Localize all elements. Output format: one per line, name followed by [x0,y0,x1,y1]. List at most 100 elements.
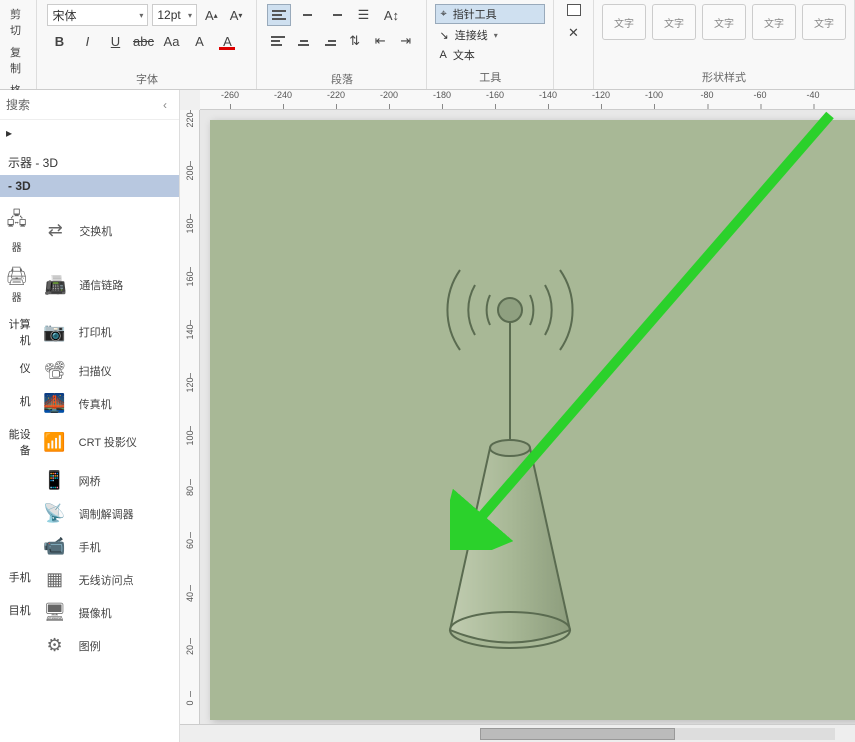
device-icon: 📷 [41,322,69,343]
style-swatch[interactable]: 文字 [652,4,696,40]
ruler-tick: 180 [185,218,195,234]
device-icon: 🌉 [41,393,69,414]
sidebar-header: 搜索 ‹ [0,90,179,120]
stencil-nav-icon[interactable]: ▸ [0,120,179,146]
cut-button[interactable]: 剪切 [10,4,26,40]
font-family-select[interactable]: 宋体 ▾ [47,4,148,26]
shape-item-label-left [0,497,33,530]
decrease-indent-button[interactable]: ⇤ [369,30,391,52]
shape-item[interactable]: ▦无线访问点 [33,563,179,596]
shape-item[interactable]: 📠 通信链路 [33,260,179,310]
device-icon: 📠 [41,275,69,296]
wireless-access-point-shape[interactable] [360,210,680,690]
line-spacing-button[interactable]: ⇅ [344,30,366,52]
highlight-button[interactable]: A [187,30,211,52]
text-tool-button[interactable]: A 文本 [435,46,545,64]
shape-fill-button[interactable] [567,4,581,16]
ruler-tick: -200 [380,90,398,100]
shape-item[interactable]: 📽扫描仪 [33,354,179,387]
style-swatch[interactable]: 文字 [802,4,846,40]
shape-item[interactable]: 📡调制解调器 [33,497,179,530]
collapse-panel-button[interactable]: ‹ [157,98,173,112]
stencil-category[interactable]: 示器 - 3D [0,150,179,175]
align-top-center-button[interactable] [295,4,319,26]
font-group-label: 字体 [47,69,246,87]
scrollbar-thumb[interactable] [480,728,675,740]
ribbon-toolbar: 剪切 复制 格式刷 板 宋体 ▾ 12pt ▾ A▴ A▾ B I [0,0,855,90]
shape-item[interactable]: 📱网桥 [33,464,179,497]
tools-group: ⌖ 指针工具 ↘ 连接线 ▾ A 文本 工具 [427,0,554,89]
drawing-canvas[interactable] [200,110,855,724]
shape-item-label: 打印机 [79,324,112,340]
shape-item[interactable]: ⚙图例 [33,629,179,662]
shape-item-label: CRT 投影仪 [79,434,137,450]
align-top-left-button[interactable] [267,4,291,26]
underline-button[interactable]: U [103,30,127,52]
strikethrough-button[interactable]: abc [131,30,155,52]
shape-item[interactable]: 🌉传真机 [33,387,179,420]
decrease-font-button[interactable]: A▾ [226,4,247,26]
align-top-right-button[interactable] [323,4,347,26]
stencil-category[interactable]: - 3D [0,175,179,197]
ruler-tick: 120 [185,377,195,393]
text-direction-button[interactable]: A↕ [379,4,403,26]
bold-button[interactable]: B [47,30,71,52]
shape-styles-group: 文字文字文字文字文字 形状样式 [594,0,855,89]
horizontal-scrollbar[interactable] [180,724,855,742]
bullets-button[interactable]: ☰ [351,4,375,26]
shape-item[interactable]: 🖥摄像机 [33,596,179,629]
canvas-area: -260-240-220-200-180-160-140-120-100-80-… [180,90,855,742]
clipboard-group: 剪切 复制 格式刷 板 [0,0,37,89]
shape-item[interactable]: 📷 打印机 [33,310,179,354]
shape-styles-group-label: 形状样式 [602,67,846,85]
copy-button[interactable]: 复制 [10,42,26,78]
close-icon[interactable]: ✕ [562,22,586,44]
align-right-button[interactable] [318,30,340,52]
shape-item[interactable]: 📹手机 [33,530,179,563]
style-swatch[interactable]: 文字 [702,4,746,40]
shape-item-label: 无线访问点 [79,572,134,588]
vertical-ruler: 220200180160140120100806040200 [180,110,200,724]
ruler-tick: 140 [185,324,195,340]
text-tool-label: 文本 [453,47,475,63]
shape-item[interactable]: 🖧器 [0,201,33,260]
ruler-tick: -120 [592,90,610,100]
align-left-button[interactable] [267,30,289,52]
shapes-panel: 搜索 ‹ ▸ 示器 - 3D- 3D 🖧器⇄交换机🖨器📠通信链路计算机📷打印机仪… [0,90,180,742]
shape-item-label: 器 [12,289,22,304]
ruler-tick: -100 [645,90,663,100]
ruler-tick: -260 [221,90,239,100]
style-swatch[interactable]: 文字 [602,4,646,40]
horizontal-ruler: -260-240-220-200-180-160-140-120-100-80-… [200,90,855,110]
chevron-down-icon: ▾ [139,11,143,20]
ruler-tick: 60 [185,536,195,552]
shape-item[interactable]: ⇄交换机 [33,201,179,260]
style-swatch[interactable]: 文字 [752,4,796,40]
pointer-tool-button[interactable]: ⌖ 指针工具 [435,4,545,24]
cursor-icon: ⌖ [440,8,446,21]
ruler-tick: -240 [274,90,292,100]
ruler-tick: -220 [327,90,345,100]
ruler-tick: -60 [753,90,766,100]
shape-item-label: 通信链路 [79,277,123,293]
shape-item-label: 手机 [79,539,101,555]
ruler-tick: -160 [486,90,504,100]
shape-item-label-left: 计算机 [0,310,33,354]
shape-item[interactable]: 📶CRT 投影仪 [33,420,179,464]
shape-item-label-left: 目机 [0,596,33,629]
align-center-button[interactable] [293,30,315,52]
italic-button[interactable]: I [75,30,99,52]
increase-font-button[interactable]: A▴ [201,4,222,26]
paragraph-group-label: 段落 [267,69,416,87]
drawing-page[interactable] [210,120,855,720]
ruler-tick: -140 [539,90,557,100]
shape-item-label-left [0,464,33,497]
tools-group-label: 工具 [435,67,545,85]
shape-item[interactable]: 🖨器 [0,260,33,310]
font-color-button[interactable]: A [215,30,239,52]
device-icon: 📱 [41,470,69,491]
change-case-button[interactable]: Aa [159,30,183,52]
font-size-select[interactable]: 12pt ▾ [152,4,197,26]
increase-indent-button[interactable]: ⇥ [395,30,417,52]
connector-tool-button[interactable]: ↘ 连接线 ▾ [435,26,545,44]
